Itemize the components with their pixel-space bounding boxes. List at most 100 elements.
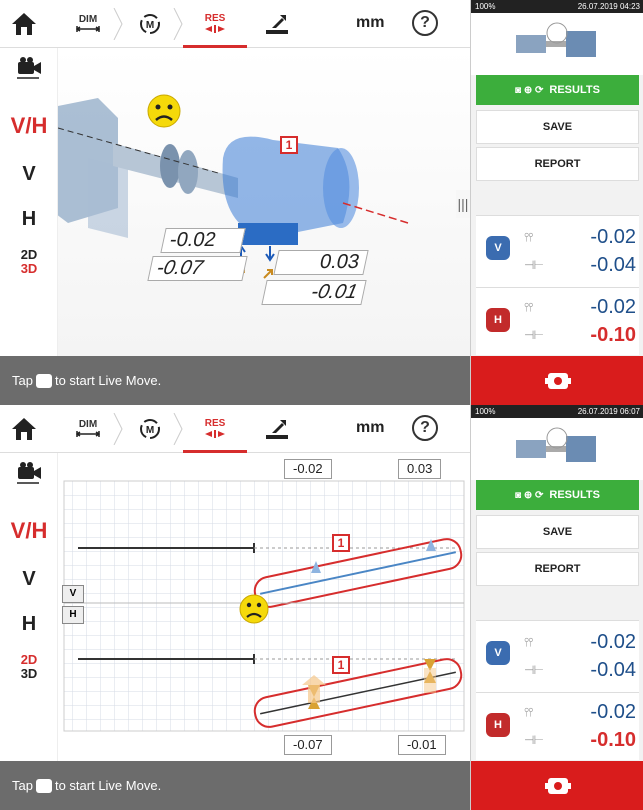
horizontal-offset-value: -0.01 xyxy=(261,280,367,305)
horizontal-angle-value: -0.07 xyxy=(147,256,248,281)
machine-number-badge-h: 1 xyxy=(332,656,350,674)
horizontal-offset-row: ⊣⊢ -0.10 xyxy=(524,727,636,753)
status-text-suffix: to start Live Move. xyxy=(54,778,162,793)
live-move-icon xyxy=(544,777,571,794)
vertical-angle-value: -0.02 xyxy=(160,228,246,253)
horizontal-angle-row: ⫯⫯ -0.02 xyxy=(524,294,636,320)
breadcrumb-chevron-icon xyxy=(173,413,183,445)
view-v-button[interactable]: V xyxy=(0,163,58,186)
results-header: ◙ ⊕ ⟳ RESULTS xyxy=(476,480,639,510)
measure-rotation-icon: M xyxy=(140,419,160,439)
live-move-button[interactable] xyxy=(471,761,643,810)
offset-symbol-icon: ⊣⊢ xyxy=(524,733,544,747)
sad-face-icon xyxy=(147,94,181,128)
tab-measure[interactable]: M xyxy=(128,405,172,453)
vertical-arrow-down-icon xyxy=(265,246,275,262)
vertical-angle-value: -0.02 xyxy=(590,630,636,653)
vertical-foot-icon: V xyxy=(486,641,510,665)
status-bar: Tap to start Live Move. xyxy=(0,356,470,405)
machine-train-thumbnail-icon xyxy=(516,22,596,57)
vertical-offset-row: ⊣⊢ -0.04 xyxy=(524,657,636,683)
report-button[interactable]: REPORT xyxy=(476,147,639,181)
svg-text:M: M xyxy=(146,20,154,31)
dimension-arrow-icon xyxy=(76,431,100,437)
dim-label: DIM xyxy=(78,419,98,430)
breadcrumb-chevron-icon xyxy=(113,413,123,445)
tab-dimensions[interactable]: DIM xyxy=(66,405,110,453)
battery-level: 100% xyxy=(475,2,496,11)
3d-label: 3D xyxy=(20,261,38,276)
battery-level: 100% xyxy=(475,407,496,416)
tab-measure[interactable]: M xyxy=(128,0,172,48)
2d-alignment-graph[interactable]: -0.02 0.03 -0.07 -0.01 1 1 V H xyxy=(58,453,470,761)
view-sidebar: V/H V H 2D 3D xyxy=(0,453,58,761)
report-button[interactable]: REPORT xyxy=(476,552,639,586)
vertical-angle-row: ⫯⫯ -0.02 xyxy=(524,629,636,655)
machine-number-badge-v: 1 xyxy=(332,534,350,552)
results-panel: 100% 26.07.2019 06:07 ◙ ⊕ ⟳ RESULTS SAVE… xyxy=(470,405,643,810)
horizontal-offset-value: -0.10 xyxy=(590,728,636,751)
status-text-prefix: Tap xyxy=(12,778,33,793)
3d-machine-view[interactable]: 1 -0.02 0.03 -0.07 -0.01 xyxy=(58,48,470,356)
top-toolbar: DIM M RES mm ? xyxy=(0,405,470,453)
units-label[interactable]: mm xyxy=(356,14,384,32)
phone-status-bar: 100% 26.07.2019 06:07 xyxy=(471,405,643,418)
vertical-offset-row: ⊣⊢ -0.04 xyxy=(524,252,636,278)
horizontal-results: H ⫯⫯ -0.02 ⊣⊢ -0.10 xyxy=(476,692,639,760)
home-icon[interactable] xyxy=(10,10,38,38)
2d-label: 2D xyxy=(20,652,38,667)
live-move-button[interactable] xyxy=(471,356,643,405)
panel-resize-handle[interactable]: ||| xyxy=(456,190,470,218)
alignment-screen-3d: DIM M RES mm ? V/H V H 2D 3D 1 -0.02 0.0… xyxy=(0,0,643,405)
res-label: RES xyxy=(204,418,226,429)
top-angle-value: -0.02 xyxy=(284,459,332,479)
results-label: RESULTS xyxy=(549,489,600,501)
machine-move-icon[interactable] xyxy=(262,12,292,36)
camera-view-icon[interactable] xyxy=(14,461,44,487)
stationary-base xyxy=(88,158,128,238)
horizontal-foot-icon: H xyxy=(486,308,510,332)
status-text-prefix: Tap xyxy=(12,373,33,388)
tab-dimensions[interactable]: DIM xyxy=(66,0,110,48)
view-h-button[interactable]: H xyxy=(0,208,58,231)
tab-results[interactable]: RES xyxy=(188,405,242,453)
machine-thumbnail[interactable] xyxy=(471,418,643,480)
status-bar: Tap to start Live Move. xyxy=(0,761,470,810)
machine-number-badge: 1 xyxy=(280,136,298,154)
motor-foot xyxy=(238,223,298,245)
status-text-suffix: to start Live Move. xyxy=(54,373,162,388)
vertical-foot-icon: V xyxy=(486,236,510,260)
vertical-row-tag: V xyxy=(62,585,84,603)
bottom-offset-value: -0.01 xyxy=(398,735,446,755)
alignment-screen-2d: DIM M RES mm ? V/H V H 2D 3D -0.02 0.03 … xyxy=(0,405,643,810)
breadcrumb-chevron-icon xyxy=(173,8,183,40)
dimension-arrow-icon xyxy=(76,26,100,32)
units-label[interactable]: mm xyxy=(356,419,384,437)
view-vh-button[interactable]: V/H xyxy=(0,518,58,544)
results-panel: 100% 26.07.2019 04:23 ◙ ⊕ ⟳ RESULTS SAVE… xyxy=(470,0,643,405)
horizontal-angle-value: -0.02 xyxy=(590,295,636,318)
measure-rotation-icon: M xyxy=(140,14,160,34)
save-button[interactable]: SAVE xyxy=(476,515,639,549)
horizontal-foot-icon: H xyxy=(486,713,510,737)
tab-results[interactable]: RES xyxy=(188,0,242,48)
breadcrumb-chevron-icon xyxy=(113,8,123,40)
help-button[interactable]: ? xyxy=(412,415,438,441)
help-button[interactable]: ? xyxy=(412,10,438,36)
camera-view-icon[interactable] xyxy=(14,56,44,82)
machine-thumbnail[interactable] xyxy=(471,13,643,75)
angle-symbol-icon: ⫯⫯ xyxy=(524,299,534,314)
2d-label: 2D xyxy=(20,247,38,262)
live-move-icon xyxy=(544,372,571,389)
horizontal-offset-value: -0.10 xyxy=(590,323,636,346)
view-h-button[interactable]: H xyxy=(0,613,58,636)
view-vh-button[interactable]: V/H xyxy=(0,113,58,139)
view-2d3d-toggle[interactable]: 2D 3D xyxy=(0,248,58,276)
save-button[interactable]: SAVE xyxy=(476,110,639,144)
vertical-offset-value: -0.04 xyxy=(590,253,636,276)
home-icon[interactable] xyxy=(10,415,38,443)
view-2d3d-toggle[interactable]: 2D 3D xyxy=(0,653,58,681)
horizontal-offset-row: ⊣⊢ -0.10 xyxy=(524,322,636,348)
machine-move-icon[interactable] xyxy=(262,417,292,441)
view-v-button[interactable]: V xyxy=(0,568,58,591)
